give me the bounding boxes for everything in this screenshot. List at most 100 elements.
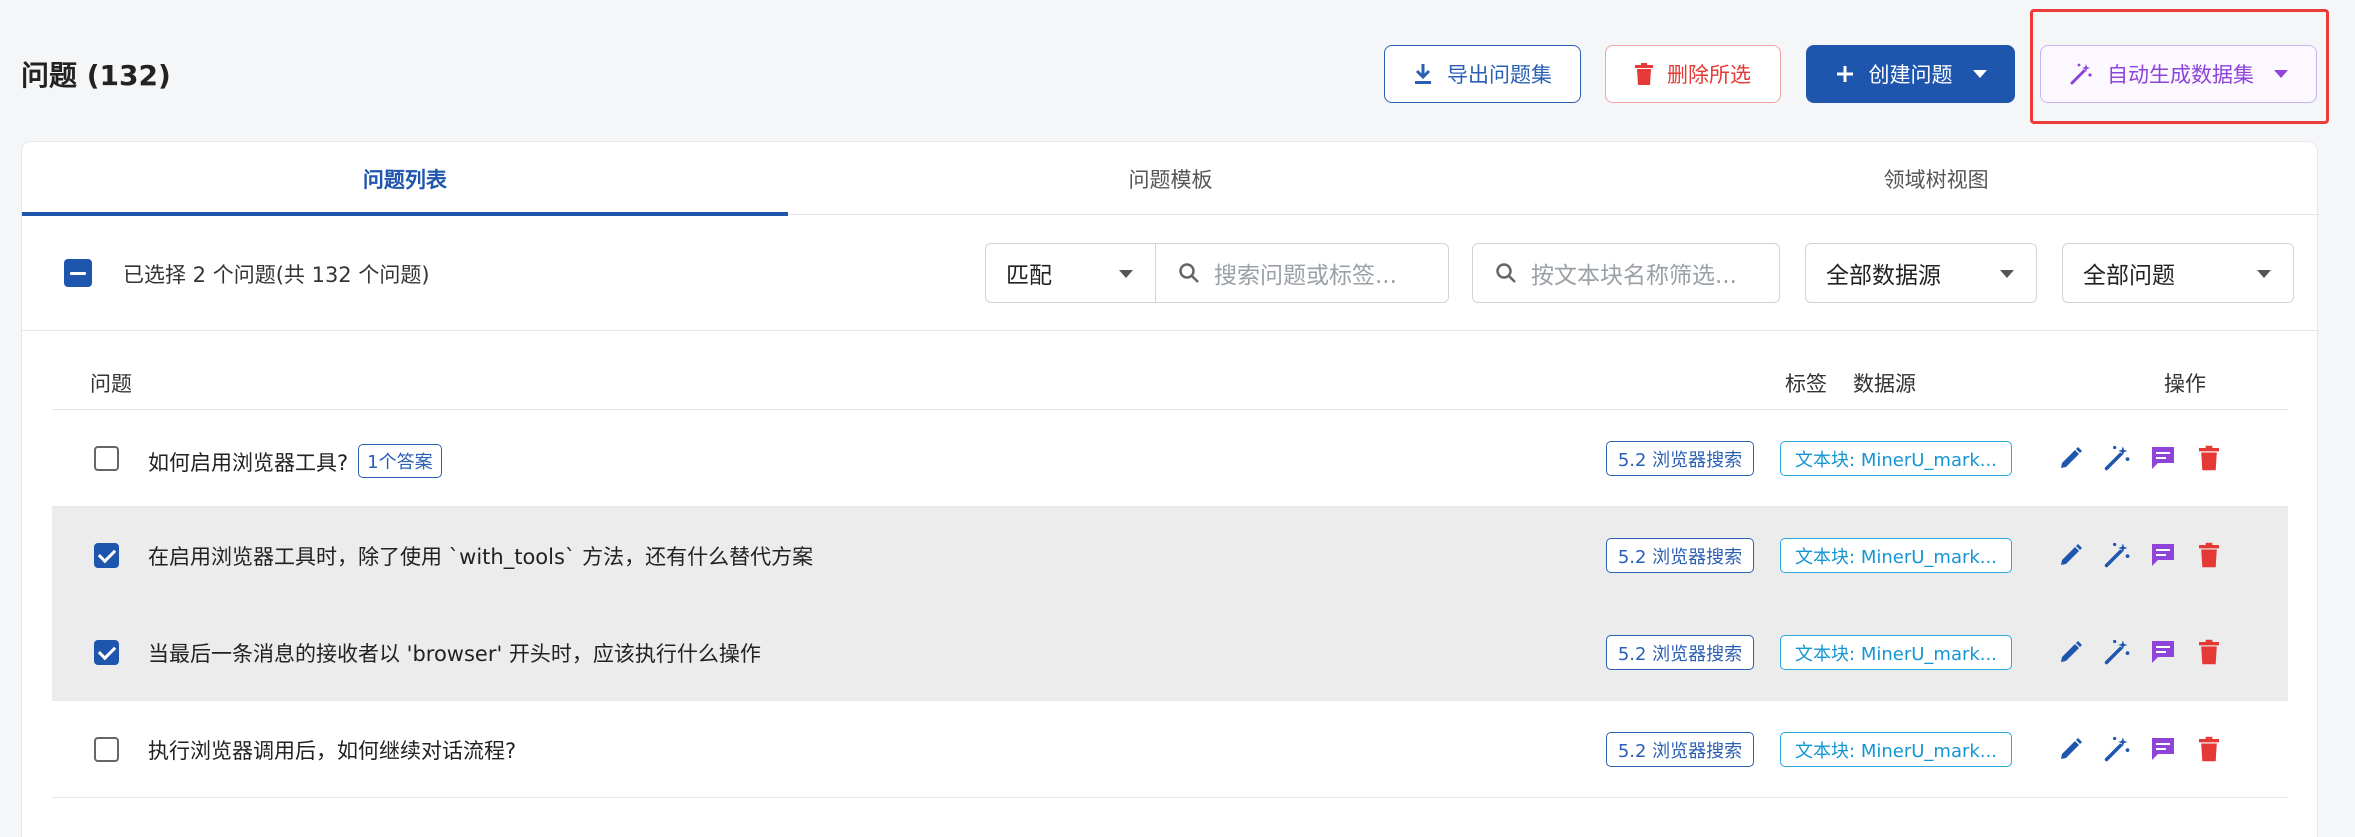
column-header-question: 问题 bbox=[90, 372, 132, 396]
delete-row-button[interactable] bbox=[2193, 636, 2225, 668]
auto-label: 自动生成数据集 bbox=[2107, 63, 2254, 87]
match-mode-value: 匹配 bbox=[1006, 263, 1052, 289]
row-checkbox[interactable] bbox=[94, 640, 119, 665]
search-icon bbox=[1179, 263, 1199, 283]
auto-generate-dataset-button[interactable]: 自动生成数据集 bbox=[2040, 45, 2317, 103]
trash-icon bbox=[1635, 63, 1653, 85]
tab-bar: 问题列表 问题模板 领域树视图 bbox=[22, 142, 2319, 216]
comment-icon bbox=[2152, 738, 2174, 760]
tab-question-templates[interactable]: 问题模板 bbox=[788, 142, 1554, 215]
selection-summary: 已选择 2 个问题(共 132 个问题) bbox=[123, 263, 430, 287]
delete-row-button[interactable] bbox=[2193, 539, 2225, 571]
delete-row-button[interactable] bbox=[2193, 442, 2225, 474]
edit-button[interactable] bbox=[2055, 636, 2087, 668]
tag-chip[interactable]: 5.2 浏览器搜索 bbox=[1606, 538, 1754, 573]
tag-chip[interactable]: 5.2 浏览器搜索 bbox=[1606, 732, 1754, 767]
pencil-icon bbox=[2061, 641, 2082, 662]
delete-label: 删除所选 bbox=[1667, 63, 1751, 87]
search-input[interactable]: 搜索问题或标签... bbox=[1155, 243, 1449, 303]
questions-table: 问题 标签 数据源 操作 如何启用浏览器工具? 1个答案 5.2 浏览器搜索 文本… bbox=[52, 352, 2288, 798]
generate-answer-button[interactable] bbox=[2101, 636, 2133, 668]
trash-icon bbox=[2199, 736, 2219, 762]
question-filter-select[interactable]: 全部问题 bbox=[2062, 243, 2294, 303]
chunk-filter-input[interactable]: 按文本块名称筛选... bbox=[1472, 243, 1780, 303]
row-checkbox[interactable] bbox=[94, 543, 119, 568]
question-filter-value: 全部问题 bbox=[2083, 263, 2175, 289]
plus-icon bbox=[1836, 66, 1853, 82]
edit-button[interactable] bbox=[2055, 733, 2087, 765]
table-row: 如何启用浏览器工具? 1个答案 5.2 浏览器搜索 文本块: MinerU_mar… bbox=[52, 410, 2288, 507]
pencil-icon bbox=[2061, 544, 2082, 565]
search-placeholder: 搜索问题或标签... bbox=[1214, 263, 1397, 289]
chevron-down-icon bbox=[2000, 270, 2014, 278]
table-row: 当最后一条消息的接收者以 'browser' 开头时，应该执行什么操作 5.2 … bbox=[52, 604, 2288, 701]
column-header-tag: 标签 bbox=[1785, 372, 1827, 396]
row-actions bbox=[2055, 636, 2225, 668]
comment-icon bbox=[2152, 641, 2174, 663]
view-answers-button[interactable] bbox=[2147, 733, 2179, 765]
chevron-down-icon bbox=[1972, 70, 1987, 78]
delete-selected-button[interactable]: 删除所选 bbox=[1605, 45, 1781, 103]
row-checkbox[interactable] bbox=[94, 446, 119, 471]
page-title: 问题 (132) bbox=[21, 59, 171, 92]
select-all-checkbox[interactable] bbox=[64, 259, 92, 287]
chevron-down-icon bbox=[2274, 70, 2288, 78]
match-mode-select[interactable]: 匹配 bbox=[985, 243, 1155, 303]
export-button[interactable]: 导出问题集 bbox=[1384, 45, 1581, 103]
view-answers-button[interactable] bbox=[2147, 539, 2179, 571]
magic-wand-icon bbox=[2104, 736, 2130, 762]
question-text: 执行浏览器调用后，如何继续对话流程? bbox=[148, 739, 517, 763]
delete-row-button[interactable] bbox=[2193, 733, 2225, 765]
magic-wand-icon bbox=[2070, 63, 2092, 85]
generate-answer-button[interactable] bbox=[2101, 442, 2133, 474]
question-text: 如何启用浏览器工具? 1个答案 bbox=[148, 444, 442, 478]
chevron-down-icon bbox=[1119, 270, 1133, 278]
page: 问题 (132) 导出问题集 删除所选 创建问题 自动生成数据集 问题列表 问题… bbox=[0, 0, 2355, 837]
source-chip[interactable]: 文本块: MinerU_mark... bbox=[1780, 538, 2012, 573]
tab-domain-tree[interactable]: 领域树视图 bbox=[1553, 142, 2319, 215]
source-chip[interactable]: 文本块: MinerU_mark... bbox=[1780, 732, 2012, 767]
generate-answer-button[interactable] bbox=[2101, 539, 2133, 571]
trash-icon bbox=[2199, 445, 2219, 471]
answer-count-badge[interactable]: 1个答案 bbox=[358, 444, 442, 478]
table-header: 问题 标签 数据源 操作 bbox=[52, 352, 2288, 410]
question-text: 当最后一条消息的接收者以 'browser' 开头时，应该执行什么操作 bbox=[148, 642, 761, 666]
download-icon bbox=[1415, 64, 1431, 84]
edit-button[interactable] bbox=[2055, 442, 2087, 474]
chevron-down-icon bbox=[2257, 270, 2271, 278]
source-chip[interactable]: 文本块: MinerU_mark... bbox=[1780, 635, 2012, 670]
export-label: 导出问题集 bbox=[1447, 63, 1552, 87]
table-row: 在启用浏览器工具时，除了使用 `with_tools` 方法，还有什么替代方案 … bbox=[52, 507, 2288, 604]
view-answers-button[interactable] bbox=[2147, 442, 2179, 474]
column-header-source: 数据源 bbox=[1853, 372, 1916, 396]
questions-card: 问题列表 问题模板 领域树视图 已选择 2 个问题(共 132 个问题) 匹配 … bbox=[21, 141, 2319, 837]
trash-icon bbox=[2199, 639, 2219, 665]
source-chip[interactable]: 文本块: MinerU_mark... bbox=[1780, 441, 2012, 476]
source-select[interactable]: 全部数据源 bbox=[1805, 243, 2037, 303]
create-label: 创建问题 bbox=[1868, 63, 1953, 87]
pencil-icon bbox=[2061, 447, 2082, 468]
pencil-icon bbox=[2061, 738, 2082, 759]
question-text: 在启用浏览器工具时，除了使用 `with_tools` 方法，还有什么替代方案 bbox=[148, 545, 814, 569]
chunk-filter-placeholder: 按文本块名称筛选... bbox=[1531, 263, 1737, 289]
magic-wand-icon bbox=[2104, 445, 2130, 471]
create-question-button[interactable]: 创建问题 bbox=[1806, 45, 2015, 103]
search-icon bbox=[1496, 263, 1516, 283]
tab-question-list[interactable]: 问题列表 bbox=[22, 142, 788, 216]
column-header-actions: 操作 bbox=[2164, 372, 2206, 396]
edit-button[interactable] bbox=[2055, 539, 2087, 571]
tag-chip[interactable]: 5.2 浏览器搜索 bbox=[1606, 635, 1754, 670]
generate-answer-button[interactable] bbox=[2101, 733, 2133, 765]
view-answers-button[interactable] bbox=[2147, 636, 2179, 668]
row-actions bbox=[2055, 733, 2225, 765]
filter-toolbar: 已选择 2 个问题(共 132 个问题) 匹配 搜索问题或标签... 按文本块名… bbox=[22, 215, 2319, 331]
magic-wand-icon bbox=[2104, 639, 2130, 665]
source-select-value: 全部数据源 bbox=[1826, 263, 1941, 289]
row-actions bbox=[2055, 539, 2225, 571]
trash-icon bbox=[2199, 542, 2219, 568]
tag-chip[interactable]: 5.2 浏览器搜索 bbox=[1606, 441, 1754, 476]
header: 问题 (132) 导出问题集 删除所选 创建问题 自动生成数据集 bbox=[0, 0, 2355, 140]
row-actions bbox=[2055, 442, 2225, 474]
comment-icon bbox=[2152, 447, 2174, 469]
row-checkbox[interactable] bbox=[94, 737, 119, 762]
